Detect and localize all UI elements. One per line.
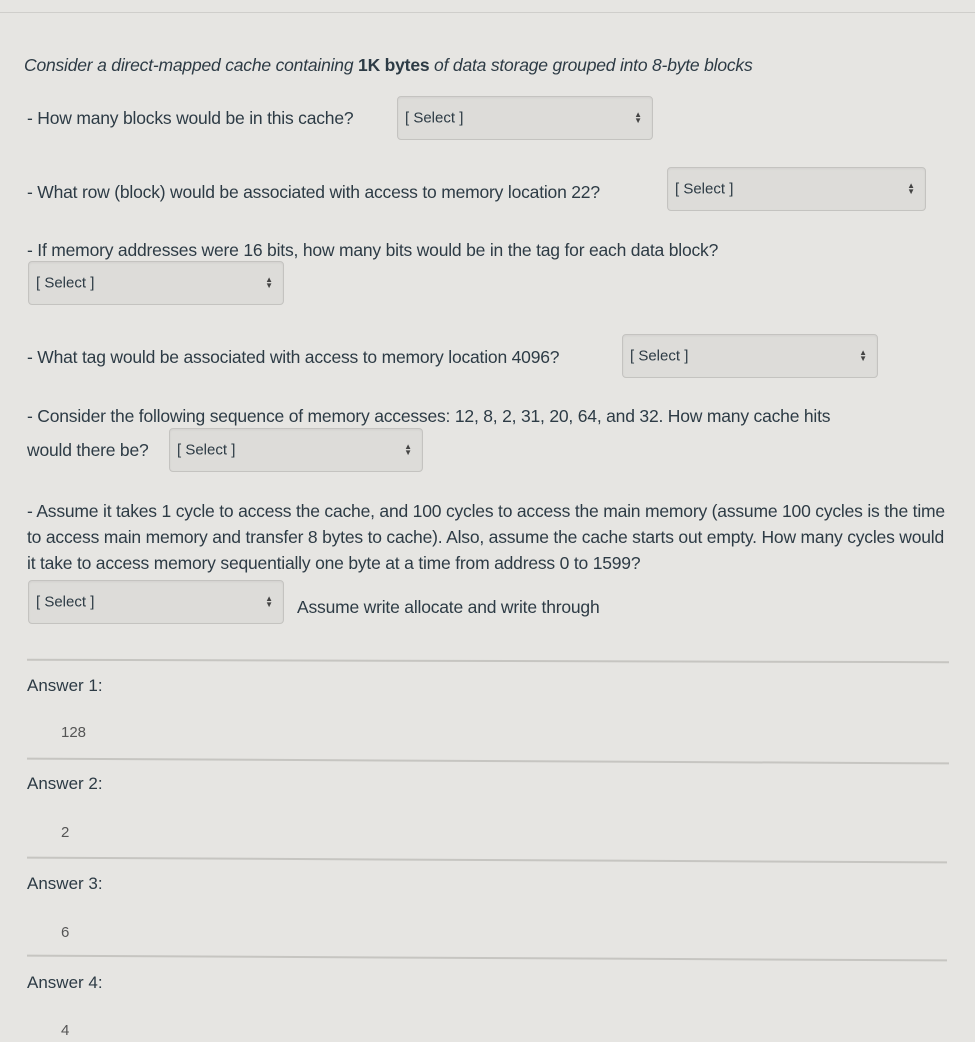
answer-1-value: 128 — [61, 724, 87, 741]
answer-divider — [27, 856, 947, 864]
updown-arrows-icon: ▲ ▼ — [859, 348, 867, 363]
answer-3-value: 6 — [61, 924, 70, 941]
select-placeholder: [ Select ] — [36, 274, 95, 292]
question-6-note: Assume write allocate and write through — [297, 597, 600, 617]
answer-divider — [27, 757, 949, 765]
intro-text: Consider a direct-mapped cache containin… — [24, 55, 359, 75]
question-4-select[interactable]: [ Select ] ▲ ▼ — [622, 334, 878, 378]
select-placeholder: [ Select ] — [630, 347, 689, 365]
question-6-text: - Assume it takes 1 cycle to access the … — [27, 501, 945, 573]
question-3-text: - If memory addresses were 16 bits, how … — [27, 240, 719, 260]
question-5-select[interactable]: [ Select ] ▲ ▼ — [169, 428, 423, 472]
answer-2-value: 2 — [61, 824, 70, 841]
top-divider — [0, 12, 975, 13]
updown-arrows-icon: ▲ ▼ — [404, 442, 412, 457]
intro-bold: 1K bytes — [358, 55, 430, 75]
updown-arrows-icon: ▲ ▼ — [634, 110, 642, 125]
question-3-select[interactable]: [ Select ] ▲ ▼ — [28, 261, 284, 305]
select-placeholder: [ Select ] — [405, 109, 464, 127]
question-4-text: - What tag would be associated with acce… — [27, 347, 560, 367]
question-2-text: - What row (block) would be associated w… — [27, 182, 600, 202]
select-placeholder: [ Select ] — [675, 180, 734, 198]
answer-4-value: 4 — [61, 1022, 70, 1039]
select-placeholder: [ Select ] — [177, 441, 236, 459]
updown-arrows-icon: ▲ ▼ — [265, 275, 273, 290]
question-1-text: - How many blocks would be in this cache… — [27, 108, 354, 128]
answer-4-title: Answer 4: — [27, 973, 103, 992]
question-6-select[interactable]: [ Select ] ▲ ▼ — [28, 580, 284, 624]
answer-2-title: Answer 2: — [27, 774, 103, 793]
updown-arrows-icon: ▲ ▼ — [907, 181, 915, 196]
answer-divider — [27, 954, 947, 962]
updown-arrows-icon: ▲ ▼ — [265, 594, 273, 609]
intro-text-end: of data storage grouped into 8-byte bloc… — [429, 55, 753, 75]
answer-3-title: Answer 3: — [27, 874, 103, 893]
question-5-text-line2: would there be? — [27, 440, 149, 460]
answers-divider — [26, 658, 950, 664]
question-2-select[interactable]: [ Select ] ▲ ▼ — [667, 167, 926, 211]
question-1-select[interactable]: [ Select ] ▲ ▼ — [397, 96, 653, 140]
question-intro: Consider a direct-mapped cache containin… — [24, 55, 753, 76]
question-5-text-line1: - Consider the following sequence of mem… — [27, 406, 831, 426]
select-placeholder: [ Select ] — [36, 593, 95, 611]
answer-1-title: Answer 1: — [27, 676, 103, 695]
